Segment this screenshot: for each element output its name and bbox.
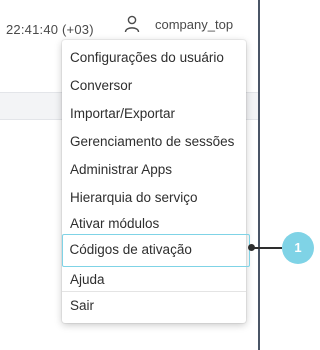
clock-text: 22:41:40 (+03) (6, 22, 94, 37)
menu-item-manage-apps[interactable]: Administrar Apps (62, 156, 246, 184)
menu-item-activate-modules[interactable]: Ativar módulos (62, 212, 246, 234)
callout-leader-line (250, 247, 282, 249)
user-icon[interactable] (124, 15, 140, 33)
menu-item-service-hierarchy[interactable]: Hierarquia do serviço (62, 184, 246, 212)
callout-number-badge: 1 (282, 232, 314, 264)
user-dropdown-menu: Configurações do usuário Conversor Impor… (62, 40, 250, 323)
menu-item-help[interactable]: Ajuda (62, 267, 246, 291)
menu-item-converter[interactable]: Conversor (62, 72, 246, 100)
menu-item-user-settings[interactable]: Configurações do usuário (62, 44, 246, 72)
username-label[interactable]: company_top (155, 17, 233, 32)
menu-item-activation-codes[interactable]: Códigos de ativação (62, 234, 250, 267)
menu-item-logout[interactable]: Sair (62, 292, 246, 320)
menu-item-import-export[interactable]: Importar/Exportar (62, 100, 246, 128)
screen: 22:41:40 (+03) company_top Configurações… (0, 0, 314, 350)
menu-item-session-management[interactable]: Gerenciamento de sessões (62, 128, 246, 156)
